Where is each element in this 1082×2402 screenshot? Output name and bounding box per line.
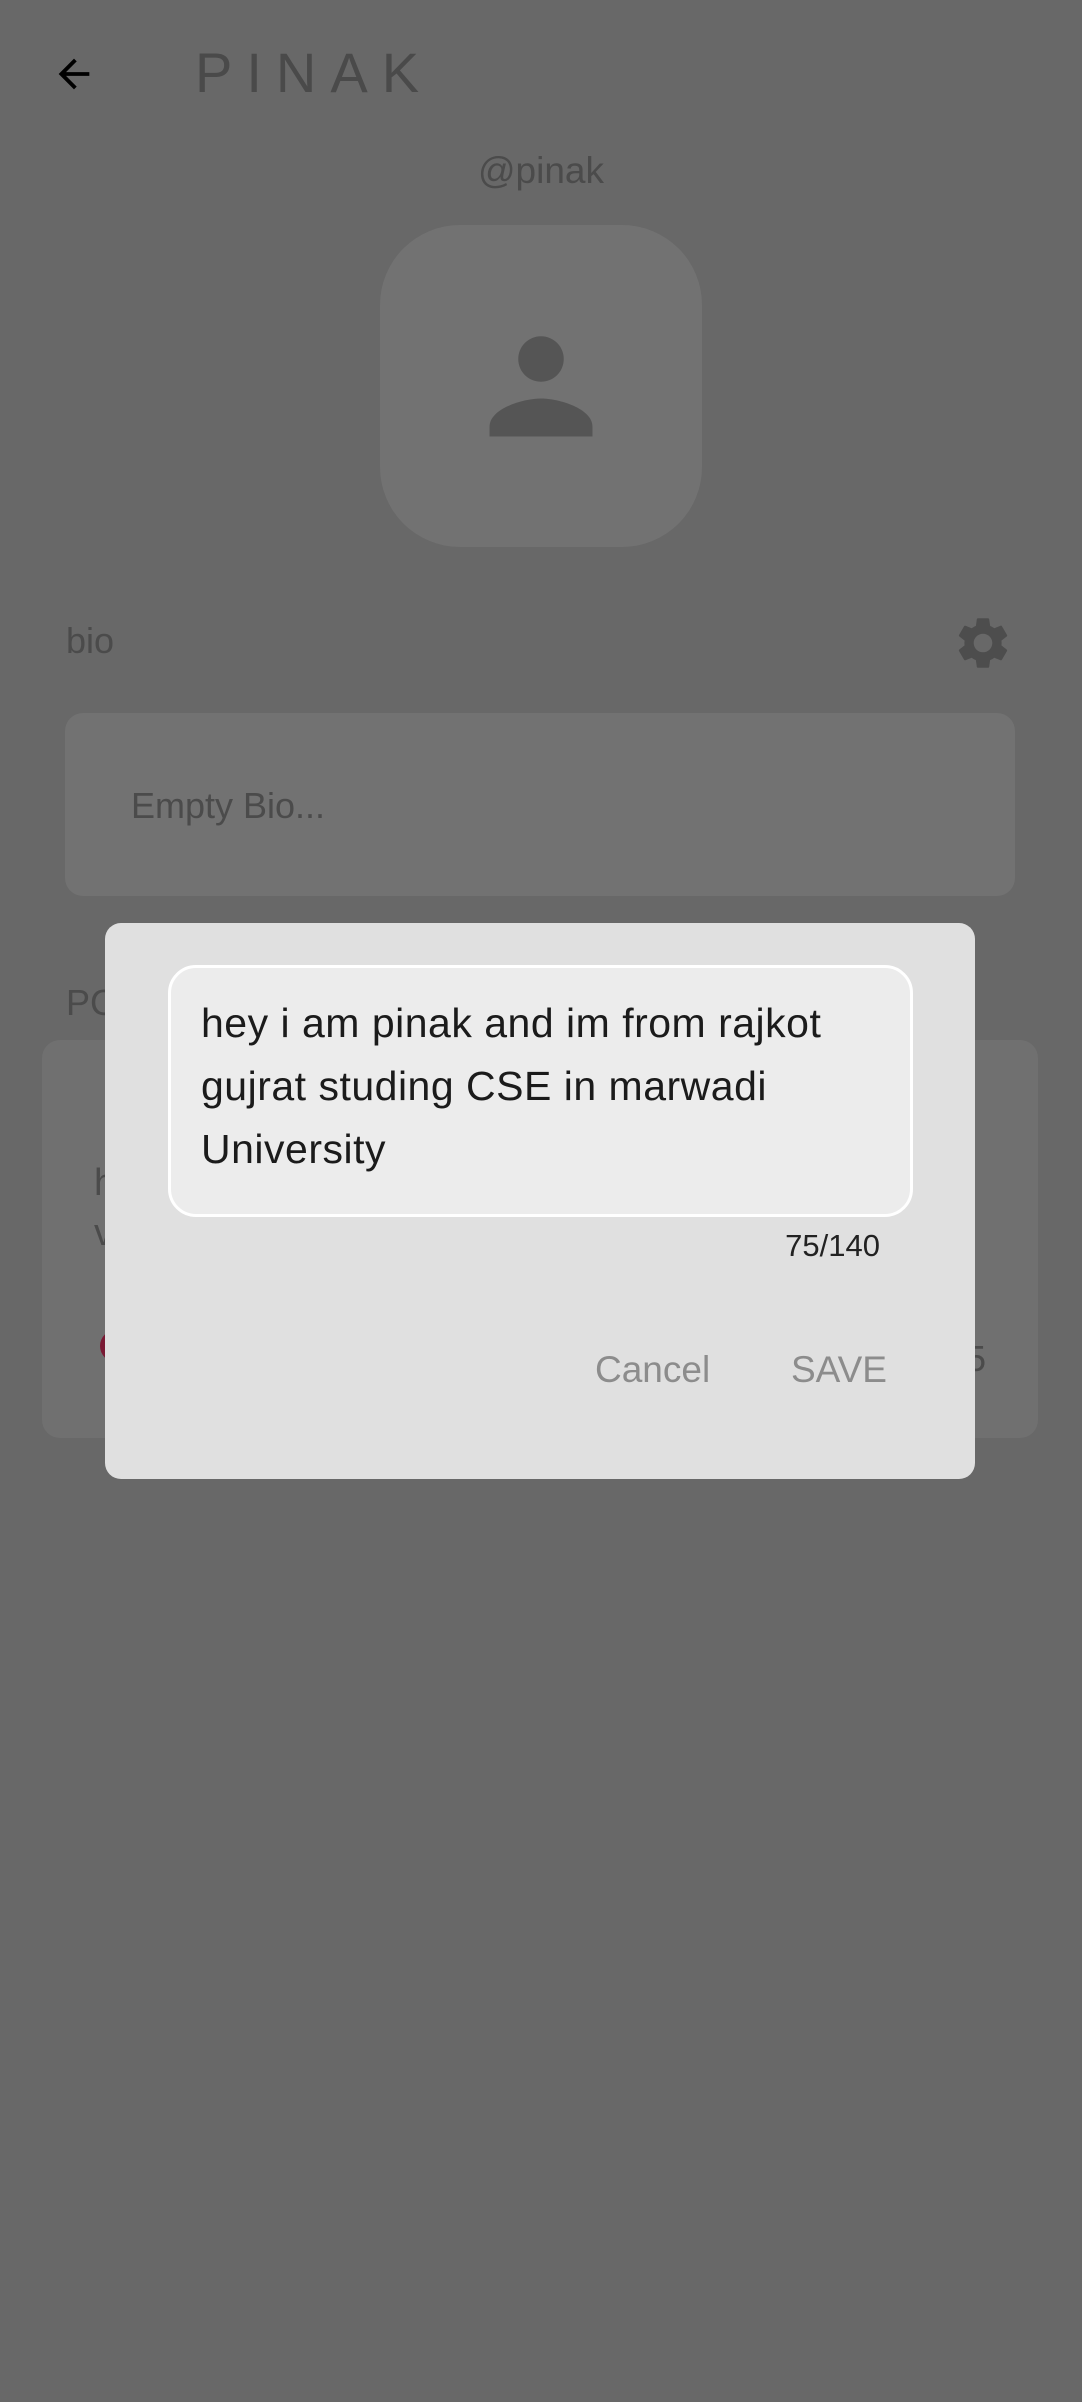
person-icon — [489, 336, 593, 437]
bio-display[interactable]: Empty Bio... — [65, 713, 1015, 896]
edit-bio-dialog: hey i am pinak and im from rajkot gujrat… — [105, 923, 975, 1479]
arrow-left-icon — [58, 58, 90, 90]
avatar[interactable] — [380, 225, 702, 547]
profile-handle: @pinak — [477, 150, 604, 191]
settings-button[interactable] — [952, 612, 1014, 674]
bio-text-field[interactable]: hey i am pinak and im from rajkot gujrat… — [168, 965, 913, 1217]
bio-input-value[interactable]: hey i am pinak and im from rajkot gujrat… — [201, 992, 891, 1181]
app-title: PINAK — [195, 41, 434, 104]
gear-icon — [958, 618, 1008, 668]
bio-label: bio — [66, 620, 115, 661]
back-button[interactable] — [44, 44, 104, 104]
bio-placeholder: Empty Bio... — [131, 785, 326, 826]
character-counter: 75/140 — [785, 1228, 880, 1263]
cancel-button[interactable]: Cancel — [595, 1349, 710, 1391]
save-button[interactable]: SAVE — [791, 1349, 887, 1391]
screen: PINAK @pinak bio Empty Bio... PC h v 5 h… — [0, 0, 1082, 2402]
